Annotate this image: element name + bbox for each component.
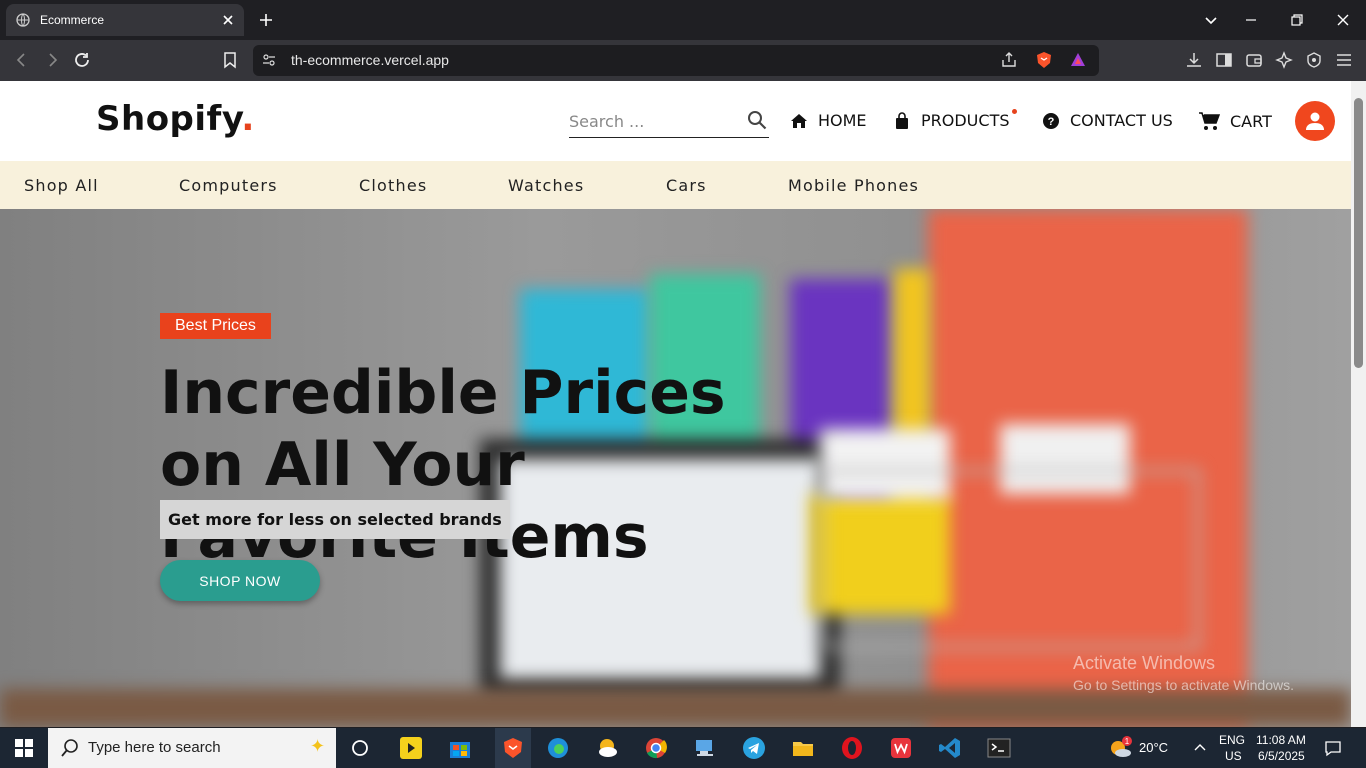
language-code[interactable]: ENG [1219, 733, 1245, 747]
page-scrollbar[interactable] [1351, 81, 1366, 727]
nav-cart-label: CART [1230, 111, 1272, 131]
activate-windows-title: Activate Windows [1073, 653, 1216, 673]
weather-tray-icon[interactable]: 1 [1107, 734, 1133, 762]
leo-ai-icon[interactable] [1274, 50, 1294, 70]
activate-windows-subtitle: Go to Settings to activate Windows. [1073, 677, 1294, 693]
hero-subline: Get more for less on selected brands [160, 500, 510, 539]
brave-shields-icon[interactable] [1035, 51, 1053, 69]
vpn-icon[interactable] [1304, 50, 1324, 70]
tab-list-chevron-icon[interactable] [1201, 10, 1221, 30]
user-icon [1306, 112, 1324, 130]
category-shop-all[interactable]: Shop All [24, 176, 99, 195]
windows-start-icon[interactable] [0, 728, 48, 768]
close-tab-icon[interactable] [220, 12, 236, 28]
clock-time[interactable]: 11:08 AM [1256, 733, 1306, 747]
scrollbar-thumb[interactable] [1354, 98, 1363, 368]
category-clothes[interactable]: Clothes [359, 176, 427, 195]
restore-icon[interactable] [1287, 10, 1307, 30]
chrome-icon[interactable] [642, 734, 670, 762]
browser-tab[interactable]: Ecommerce [6, 4, 244, 36]
hero-banner: Best Prices Incredible Prices on All You… [0, 209, 1351, 727]
search-icon[interactable] [747, 110, 767, 130]
telegram-icon[interactable] [740, 734, 768, 762]
notification-icon[interactable] [1324, 739, 1342, 757]
bookmark-icon[interactable] [220, 50, 240, 70]
windows-taskbar: Type here to search ✦ 1 20°C ENG US 11:0… [0, 728, 1366, 768]
sparkle-icon: ✦ [310, 736, 326, 756]
best-prices-badge: Best Prices [160, 313, 271, 339]
nav-home-label: HOME [818, 111, 867, 130]
terminal-icon[interactable] [985, 734, 1013, 762]
downloads-icon[interactable] [1184, 50, 1204, 70]
svg-text:?: ? [1048, 116, 1055, 128]
nav-cart[interactable]: CART [1198, 111, 1272, 131]
nav-home[interactable]: HOME [790, 111, 867, 130]
tab-title: Ecommerce [40, 13, 105, 27]
nav-products-label: PRODUCTS [921, 111, 1010, 130]
weather-app-icon[interactable] [593, 734, 621, 762]
nav-contact-label: CONTACT US [1070, 111, 1173, 130]
chevron-up-icon[interactable] [1192, 740, 1208, 756]
logo-text: Shopify [96, 99, 242, 139]
taskbar-search-placeholder: Type here to search [88, 739, 221, 756]
site-header: Shopify. HOME PRODUCTS ? CONTACT US [0, 81, 1351, 161]
close-window-icon[interactable] [1333, 10, 1353, 30]
help-icon: ? [1042, 112, 1060, 130]
url-text: th-ecommerce.vercel.app [291, 52, 449, 68]
back-icon[interactable] [12, 50, 32, 70]
wallet-icon[interactable] [1244, 50, 1264, 70]
products-notification-dot [1012, 109, 1017, 114]
microsoft-store-icon[interactable] [446, 734, 474, 762]
category-mobile-phones[interactable]: Mobile Phones [788, 176, 919, 195]
category-watches[interactable]: Watches [508, 176, 584, 195]
opera-icon[interactable] [838, 734, 866, 762]
user-avatar[interactable] [1295, 101, 1335, 141]
reload-icon[interactable] [72, 50, 92, 70]
address-bar[interactable]: th-ecommerce.vercel.app [253, 45, 1099, 76]
edge-icon[interactable] [544, 734, 572, 762]
shopping-bag-icon [893, 111, 911, 130]
file-explorer-icon[interactable] [789, 734, 817, 762]
share-icon[interactable] [1000, 51, 1018, 69]
home-icon [790, 112, 808, 130]
brave-rewards-icon[interactable] [1069, 51, 1087, 69]
sidebar-icon[interactable] [1214, 50, 1234, 70]
keyboard-region[interactable]: US [1225, 749, 1242, 763]
menu-icon[interactable] [1334, 50, 1354, 70]
minimize-icon[interactable] [1241, 10, 1261, 30]
search-box [569, 108, 769, 138]
site-settings-icon[interactable] [262, 53, 276, 67]
hero-headline: Incredible Prices on All Your Favorite I… [160, 358, 726, 572]
media-player-icon[interactable] [397, 734, 425, 762]
nav-products[interactable]: PRODUCTS [893, 111, 1010, 130]
clock-date[interactable]: 6/5/2025 [1258, 749, 1305, 763]
wps-office-icon[interactable] [887, 734, 915, 762]
globe-icon [16, 13, 30, 27]
category-cars[interactable]: Cars [666, 176, 707, 195]
forward-icon[interactable] [42, 50, 62, 70]
category-computers[interactable]: Computers [179, 176, 278, 195]
logo-dot: . [241, 99, 255, 139]
new-tab-icon[interactable] [256, 10, 276, 30]
taskbar-search[interactable]: Type here to search ✦ [48, 728, 336, 768]
nav-contact[interactable]: ? CONTACT US [1042, 111, 1173, 130]
taskbar-search-icon [60, 738, 80, 758]
weather-badge-count: 1 [1125, 737, 1130, 746]
cart-icon [1198, 111, 1220, 131]
search-input[interactable] [569, 108, 739, 134]
weather-temperature: 20°C [1139, 740, 1169, 755]
shop-now-button[interactable]: SHOP NOW [160, 560, 320, 601]
site-logo[interactable]: Shopify. [96, 99, 255, 139]
web-page: Shopify. HOME PRODUCTS ? CONTACT US [0, 81, 1351, 727]
task-view-icon[interactable] [346, 734, 374, 762]
browser-titlebar: Ecommerce [0, 0, 1366, 40]
category-bar: Shop All Computers Clothes Watches Cars … [0, 161, 1351, 209]
brave-browser-taskbar-icon[interactable] [495, 728, 531, 768]
remote-desktop-icon[interactable] [691, 734, 719, 762]
vscode-icon[interactable] [936, 734, 964, 762]
